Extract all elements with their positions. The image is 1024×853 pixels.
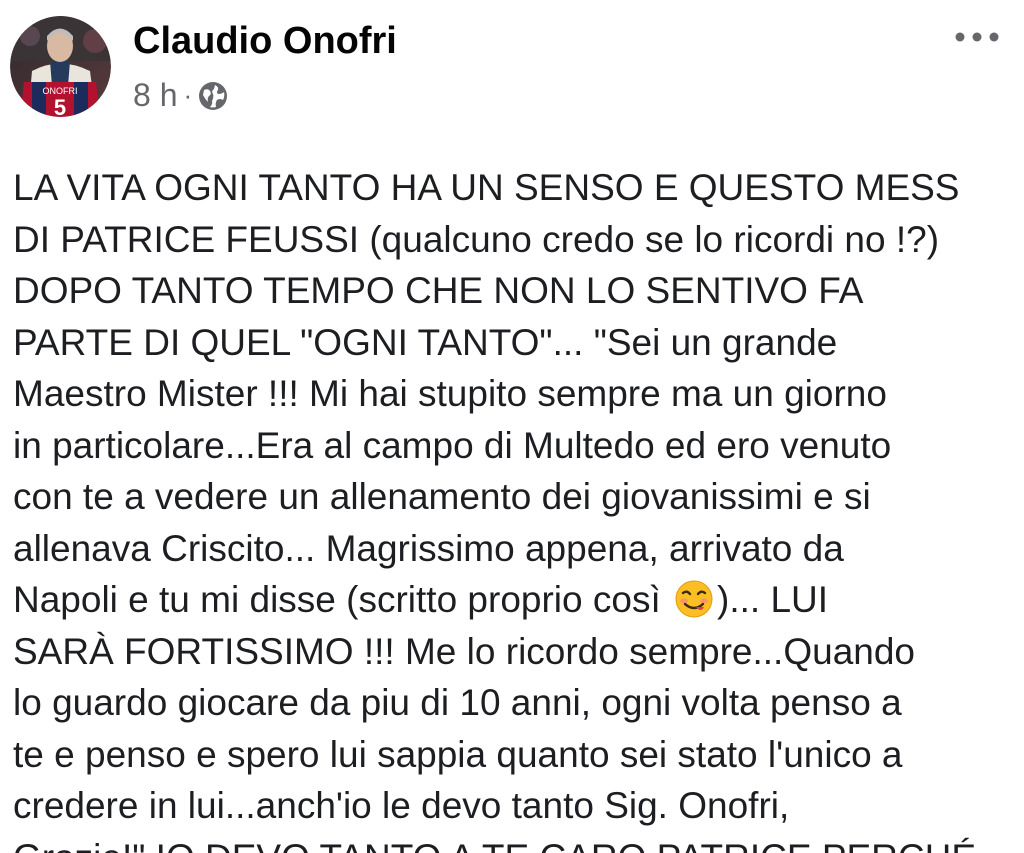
post-text-line: in particolare...Era al campo di Multedo… [13,424,892,466]
avatar-photo: ONOFRI 5 [10,16,111,117]
post-text-line: con te a vedere un allenamento dei giova… [13,476,871,517]
post-text-line: Maestro Mister !!! Mi hai stupito sempre… [13,373,887,414]
post-text-line: Napoli e tu mi disse (scritto proprio co… [13,574,1019,626]
meta-separator: · [183,80,193,110]
post-body-text: LA VITA OGNI TANTO HA UN SENSO E QUESTO … [13,162,1019,853]
author-avatar[interactable]: ONOFRI 5 [10,16,111,117]
more-options-button[interactable] [945,22,1009,52]
globe-icon[interactable] [198,80,228,110]
facebook-post: ONOFRI 5 Claudio Onofri 8 h · LA VITA OG… [0,0,1024,853]
post-text-segment: )... LUI [717,579,829,620]
post-timestamp[interactable]: 8 h [133,75,177,115]
face-savoring-food-emoji [675,580,713,618]
post-text-line: lo guardo giocare da piu di 10 anni, ogn… [13,682,902,723]
post-text-line: Grazie!" IO DEVO TANTO A TE CARO PATRICE… [13,832,1019,853]
post-text-line: PARTE DI QUEL "OGNI TANTO"... "Sei un gr… [13,321,838,363]
post-text-line: SARÀ FORTISSIMO !!! Me lo ricordo sempre… [13,630,916,672]
post-text-line: te e penso e spero lui sappia quanto sei… [13,733,903,775]
post-text-line: LA VITA OGNI TANTO HA UN SENSO E QUESTO … [13,167,960,208]
post-text-line: DOPO TANTO TEMPO CHE NON LO SENTIVO FA [13,270,864,311]
post-text-line: credere in lui...anch'io le devo tanto S… [13,785,790,826]
more-options-icon [955,32,999,42]
avatar-jersey-number: 5 [54,95,66,117]
post-meta: 8 h · [133,75,228,115]
author-name[interactable]: Claudio Onofri [133,18,397,64]
post-text-line: DI PATRICE FEUSSI (qualcuno credo se lo … [13,218,940,260]
post-text-segment: Napoli e tu mi disse (scritto proprio co… [13,579,672,620]
post-text-line: allenava Criscito... Magrissimo appena, … [13,527,844,569]
